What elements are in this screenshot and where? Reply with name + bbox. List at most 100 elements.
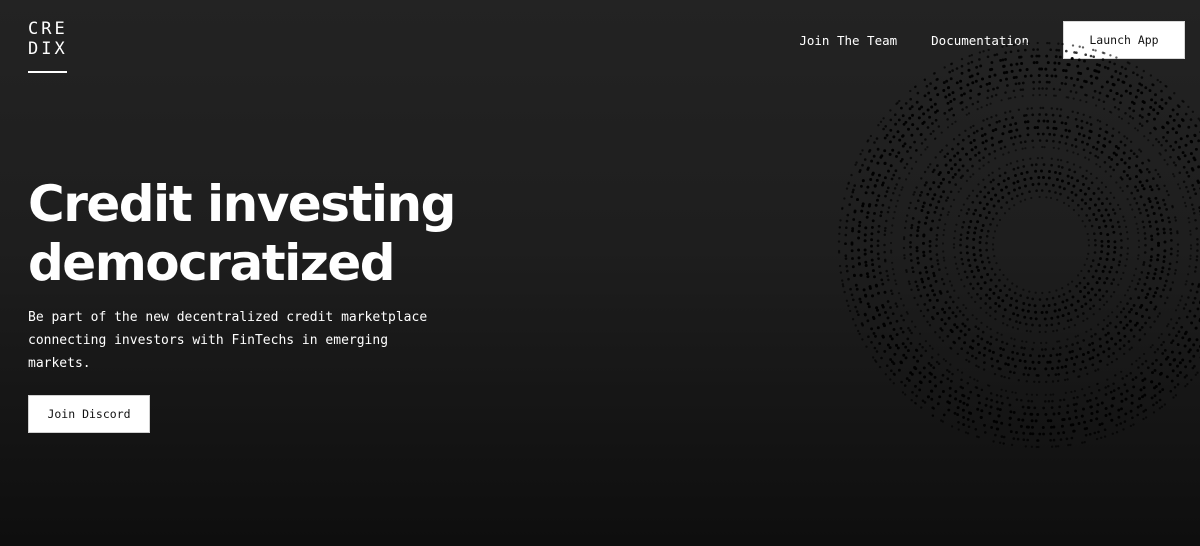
ring-dot (1178, 187, 1181, 190)
ring-dot (1092, 55, 1096, 59)
ring-dot (905, 311, 908, 314)
ring-dot (1111, 311, 1114, 314)
ring-dot (971, 287, 975, 290)
ring-dot (974, 145, 978, 149)
ring-dot (1085, 330, 1088, 333)
ring-dot (926, 211, 930, 215)
ring-dot (1091, 275, 1095, 279)
ring-dot (1183, 201, 1187, 204)
ring-dot (963, 333, 967, 337)
ring-dot (1157, 336, 1160, 339)
ring-dot (969, 89, 973, 93)
ring-dot (988, 261, 991, 264)
ring-dot (1110, 295, 1113, 298)
ring-dot (1157, 140, 1161, 144)
ring-dot (1084, 225, 1087, 228)
ring-dot (1145, 276, 1149, 280)
ring-dot (1009, 123, 1013, 127)
ring-dot (910, 399, 913, 402)
ring-dot (1193, 364, 1196, 368)
ring-dot (1083, 79, 1087, 83)
ring-dot (1022, 373, 1026, 376)
ring-dot (850, 293, 854, 297)
ring-dot (967, 425, 971, 429)
ring-dot (899, 360, 903, 364)
ring-dot (1033, 304, 1037, 308)
join-discord-button[interactable]: Join Discord (28, 395, 150, 433)
ring-dot (1057, 42, 1060, 45)
ring-dot (1036, 48, 1040, 51)
credix-logo[interactable]: CRE DIX (28, 19, 68, 73)
ring-dot (850, 195, 853, 199)
ring-dot (1090, 181, 1094, 185)
ring-dot (1079, 166, 1082, 169)
ring-dot (1119, 207, 1122, 211)
ring-dot (970, 74, 974, 78)
ring-dot (1176, 383, 1180, 386)
ring-dot (1118, 115, 1121, 119)
ring-dot (1124, 67, 1127, 71)
ring-dot (1154, 127, 1157, 131)
ring-dot (1065, 358, 1069, 362)
ring-dot (1077, 422, 1081, 425)
ring-dot (961, 147, 965, 151)
ring-dot (1111, 397, 1115, 400)
ring-dot (1021, 158, 1025, 162)
ring-dot (1110, 75, 1114, 79)
ring-dot (979, 64, 983, 68)
ring-dot (1112, 83, 1116, 87)
ring-dot (1040, 348, 1044, 351)
ring-dot (1126, 247, 1130, 250)
ring-dot (985, 104, 988, 107)
ring-dot (897, 118, 901, 122)
ring-dot (880, 356, 883, 360)
ring-dot (996, 86, 999, 90)
ring-dot (923, 303, 927, 306)
ring-dot (1085, 214, 1088, 217)
ring-dot (1038, 93, 1041, 97)
ring-dot (1105, 131, 1109, 134)
ring-dot (1192, 343, 1196, 347)
ring-dot (1010, 69, 1014, 73)
ring-dot (1087, 269, 1091, 273)
ring-dot (949, 328, 953, 332)
ring-dot (1009, 63, 1013, 67)
ring-dot (902, 304, 905, 307)
ring-dot (1038, 139, 1042, 142)
ring-dot (1167, 267, 1171, 271)
ring-dot (1099, 232, 1103, 235)
ring-dot (942, 177, 945, 181)
ring-dot (932, 306, 936, 309)
ring-dot (1082, 339, 1085, 342)
ring-dot (1031, 113, 1035, 117)
ring-dot (1129, 372, 1132, 375)
ring-dot (1036, 132, 1040, 136)
ring-dot (904, 356, 908, 360)
ring-dot (1158, 407, 1162, 410)
ring-dot (1109, 89, 1113, 93)
ring-dot (934, 384, 938, 388)
ring-dot (1005, 70, 1009, 74)
ring-dot (1059, 438, 1063, 441)
ring-dot (1101, 58, 1105, 61)
ring-dot (1184, 283, 1187, 286)
ring-dot (861, 179, 865, 183)
ring-dot (1014, 96, 1017, 99)
ring-dot (1069, 90, 1073, 93)
ring-dot (1094, 218, 1098, 221)
ring-dot (1185, 185, 1188, 189)
ring-dot (1194, 326, 1198, 330)
ring-dot (1012, 410, 1016, 414)
ring-dot (980, 127, 984, 130)
ring-dot (1074, 145, 1078, 148)
ring-dot (1035, 189, 1038, 192)
ring-dot (1111, 225, 1115, 229)
ring-dot (921, 205, 925, 209)
ring-dot (1017, 108, 1021, 111)
ring-dot (1079, 189, 1083, 192)
ring-dot (980, 409, 984, 413)
ring-dot (1138, 356, 1141, 360)
ring-dot (1083, 286, 1087, 289)
ring-dot (1184, 330, 1188, 334)
ring-dot (1115, 162, 1119, 166)
